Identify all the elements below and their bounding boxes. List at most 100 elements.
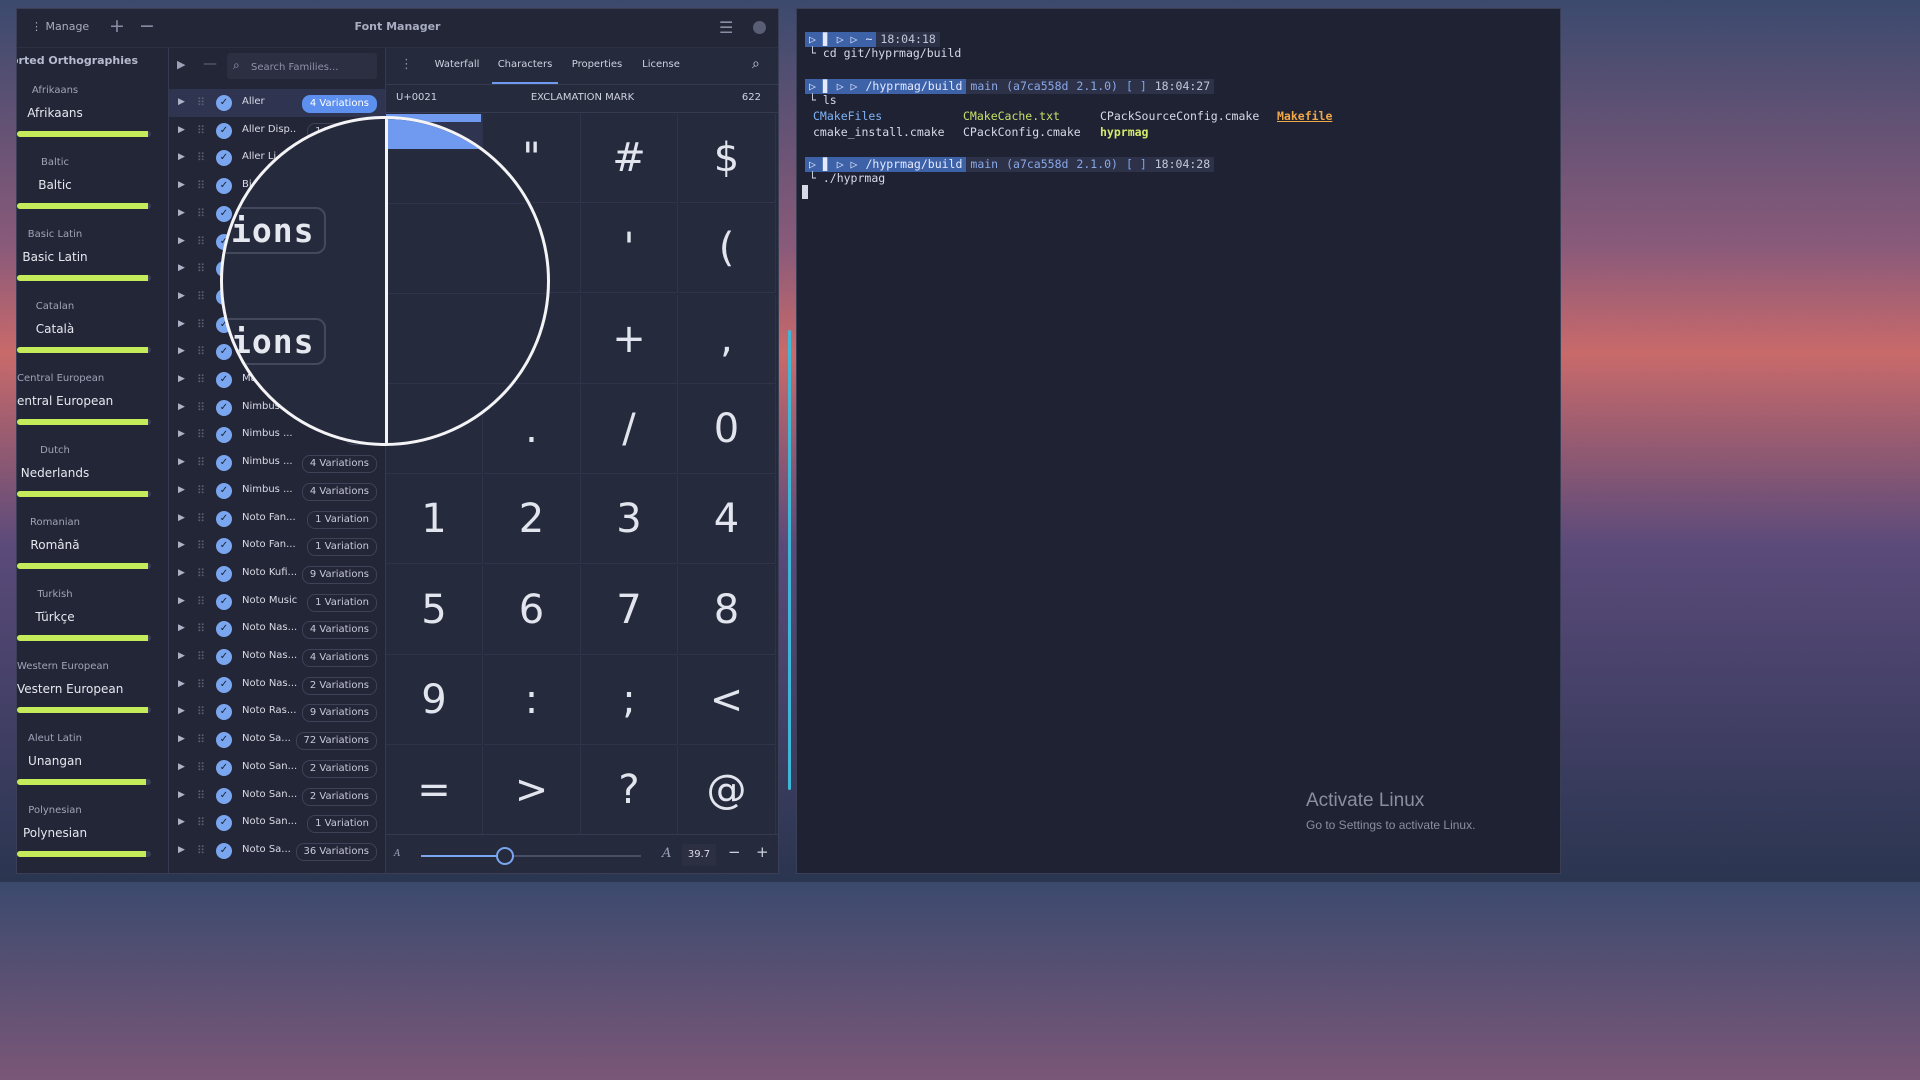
drag-handle-icon[interactable]: ⠿ bbox=[197, 318, 205, 331]
orthography-item[interactable]: Aleut Latin Unangan bbox=[17, 733, 157, 805]
expand-row-icon[interactable]: ▶ bbox=[178, 291, 185, 301]
orthography-item[interactable]: Afrikaans Afrikaans bbox=[17, 85, 157, 157]
character-cell[interactable]: ? bbox=[581, 746, 678, 836]
character-cell[interactable]: / bbox=[581, 384, 678, 474]
expand-row-icon[interactable]: ▶ bbox=[178, 817, 185, 827]
expand-row-icon[interactable]: ▶ bbox=[178, 208, 185, 218]
character-cell[interactable]: # bbox=[581, 114, 678, 203]
drag-handle-icon[interactable]: ⠿ bbox=[197, 96, 205, 109]
enabled-check-icon[interactable]: ✓ bbox=[216, 621, 232, 638]
expand-row-icon[interactable]: ▶ bbox=[178, 790, 185, 800]
drag-handle-icon[interactable]: ⠿ bbox=[197, 207, 205, 220]
expand-row-icon[interactable]: ▶ bbox=[178, 596, 185, 606]
character-cell[interactable]: < bbox=[678, 655, 776, 745]
character-cell[interactable]: 3 bbox=[581, 475, 678, 565]
character-search-icon[interactable]: ⌕ bbox=[752, 56, 760, 72]
drag-handle-icon[interactable]: ⠿ bbox=[197, 151, 205, 164]
expand-row-icon[interactable]: ▶ bbox=[178, 513, 185, 523]
expand-row-icon[interactable]: ▶ bbox=[178, 374, 185, 384]
expand-row-icon[interactable]: ▶ bbox=[178, 679, 185, 689]
drag-handle-icon[interactable]: ⠿ bbox=[197, 816, 205, 829]
window-close-dot[interactable] bbox=[753, 21, 766, 34]
expand-row-icon[interactable]: ▶ bbox=[178, 651, 185, 661]
enabled-check-icon[interactable]: ✓ bbox=[216, 759, 232, 776]
drag-handle-icon[interactable]: ⠿ bbox=[197, 456, 205, 469]
drag-handle-icon[interactable]: ⠿ bbox=[197, 650, 205, 663]
enabled-check-icon[interactable]: ✓ bbox=[216, 787, 232, 804]
character-cell[interactable]: 2 bbox=[483, 475, 581, 565]
character-cell[interactable]: 8 bbox=[678, 565, 776, 655]
enabled-check-icon[interactable]: ✓ bbox=[216, 482, 232, 499]
drag-handle-icon[interactable]: ⠿ bbox=[197, 235, 205, 248]
expand-row-icon[interactable]: ▶ bbox=[178, 152, 185, 162]
drag-handle-icon[interactable]: ⠿ bbox=[197, 567, 205, 580]
character-cell[interactable]: , bbox=[678, 294, 776, 384]
drag-handle-icon[interactable]: ⠿ bbox=[197, 789, 205, 802]
enabled-check-icon[interactable]: ✓ bbox=[216, 122, 232, 139]
tab-properties[interactable]: Properties bbox=[566, 48, 628, 84]
character-cell[interactable]: 5 bbox=[386, 565, 483, 655]
size-slider-thumb[interactable] bbox=[495, 847, 514, 865]
family-row[interactable]: ▶ ⠿ ✓ Noto Fan... 1 Variation bbox=[169, 505, 385, 533]
character-cell[interactable]: 1 bbox=[386, 475, 483, 565]
expand-row-icon[interactable]: ▶ bbox=[178, 568, 185, 578]
drag-handle-icon[interactable]: ⠿ bbox=[197, 401, 205, 414]
character-cell[interactable]: ; bbox=[581, 655, 678, 745]
family-row[interactable]: ▶ ⠿ ✓ Nimbus ... 4 Variations bbox=[169, 449, 385, 477]
drag-handle-icon[interactable]: ⠿ bbox=[197, 345, 205, 358]
character-cell[interactable]: : bbox=[483, 655, 581, 745]
drag-handle-icon[interactable]: ⠿ bbox=[197, 428, 205, 441]
enabled-check-icon[interactable]: ✓ bbox=[216, 676, 232, 693]
drag-handle-icon[interactable]: ⠿ bbox=[197, 484, 205, 497]
character-cell[interactable]: ( bbox=[678, 204, 776, 294]
expand-row-icon[interactable]: ▶ bbox=[178, 706, 185, 716]
character-cell[interactable]: 0 bbox=[678, 384, 776, 474]
expand-row-icon[interactable]: ▶ bbox=[178, 762, 185, 772]
orthography-item[interactable]: Basic Latin Basic Latin bbox=[17, 229, 157, 301]
enabled-check-icon[interactable]: ✓ bbox=[216, 565, 232, 582]
orthography-item[interactable]: Romanian Română bbox=[17, 517, 157, 589]
enabled-check-icon[interactable]: ✓ bbox=[216, 178, 232, 195]
character-cell[interactable]: $ bbox=[678, 114, 776, 203]
increase-size-button[interactable]: + bbox=[756, 843, 769, 861]
character-cell[interactable]: + bbox=[581, 294, 678, 384]
family-row[interactable]: ▶ ⠿ ✓ Noto Ras... 9 Variations bbox=[169, 698, 385, 726]
expand-row-icon[interactable]: ▶ bbox=[178, 845, 185, 855]
expand-row-icon[interactable]: ▶ bbox=[178, 429, 185, 439]
drag-handle-icon[interactable]: ⠿ bbox=[197, 844, 205, 857]
expand-row-icon[interactable]: ▶ bbox=[178, 402, 185, 412]
orthography-item[interactable]: Dutch Nederlands bbox=[17, 445, 157, 517]
drag-handle-icon[interactable]: ⠿ bbox=[197, 179, 205, 192]
enabled-check-icon[interactable]: ✓ bbox=[216, 538, 232, 555]
family-row[interactable]: ▶ ⠿ ✓ Noto Sa... 36 Variations bbox=[169, 837, 385, 865]
drag-handle-icon[interactable]: ⠿ bbox=[197, 705, 205, 718]
family-row[interactable]: ▶ ⠿ ✓ Noto Nas... 2 Variations bbox=[169, 671, 385, 699]
family-row[interactable]: ▶ ⠿ ✓ Noto Kufi... 9 Variations bbox=[169, 560, 385, 588]
orthography-item[interactable]: Polynesian Polynesian bbox=[17, 805, 157, 873]
expand-row-icon[interactable]: ▶ bbox=[178, 457, 185, 467]
enabled-check-icon[interactable]: ✓ bbox=[216, 399, 232, 416]
orthography-item[interactable]: Catalan Català bbox=[17, 301, 157, 373]
character-cell[interactable]: ' bbox=[581, 204, 678, 294]
enabled-check-icon[interactable]: ✓ bbox=[216, 427, 232, 444]
enabled-check-icon[interactable]: ✓ bbox=[216, 704, 232, 721]
expand-row-icon[interactable]: ▶ bbox=[178, 540, 185, 550]
orthography-item[interactable]: Baltic Baltic bbox=[17, 157, 157, 229]
family-row[interactable]: ▶ ⠿ ✓ Noto Nas... 4 Variations bbox=[169, 615, 385, 643]
drag-handle-icon[interactable]: ⠿ bbox=[197, 595, 205, 608]
enabled-check-icon[interactable]: ✓ bbox=[216, 815, 232, 832]
family-row[interactable]: ▶ ⠿ ✓ Noto Music 1 Variation bbox=[169, 588, 385, 616]
terminal-window[interactable]: ▷ ▋ ▷ ▷ ~18:04:18 └ cd git/hyprmag/build ▷ … bbox=[796, 8, 1561, 874]
decrease-size-button[interactable]: − bbox=[728, 843, 741, 861]
orthography-item[interactable]: Turkish Türkçe bbox=[17, 589, 157, 661]
expand-row-icon[interactable]: ▶ bbox=[178, 319, 185, 329]
drag-handle-icon[interactable]: ⠿ bbox=[197, 761, 205, 774]
enabled-check-icon[interactable]: ✓ bbox=[216, 842, 232, 859]
expand-row-icon[interactable]: ▶ bbox=[178, 263, 185, 273]
enabled-check-icon[interactable]: ✓ bbox=[216, 372, 232, 388]
tabs-menu-icon[interactable]: ⋮ bbox=[400, 57, 413, 72]
drag-handle-icon[interactable]: ⠿ bbox=[197, 290, 205, 303]
drag-handle-icon[interactable]: ⠿ bbox=[197, 539, 205, 552]
enabled-check-icon[interactable]: ✓ bbox=[216, 455, 232, 472]
expand-all-icon[interactable]: ▶ bbox=[177, 58, 185, 71]
